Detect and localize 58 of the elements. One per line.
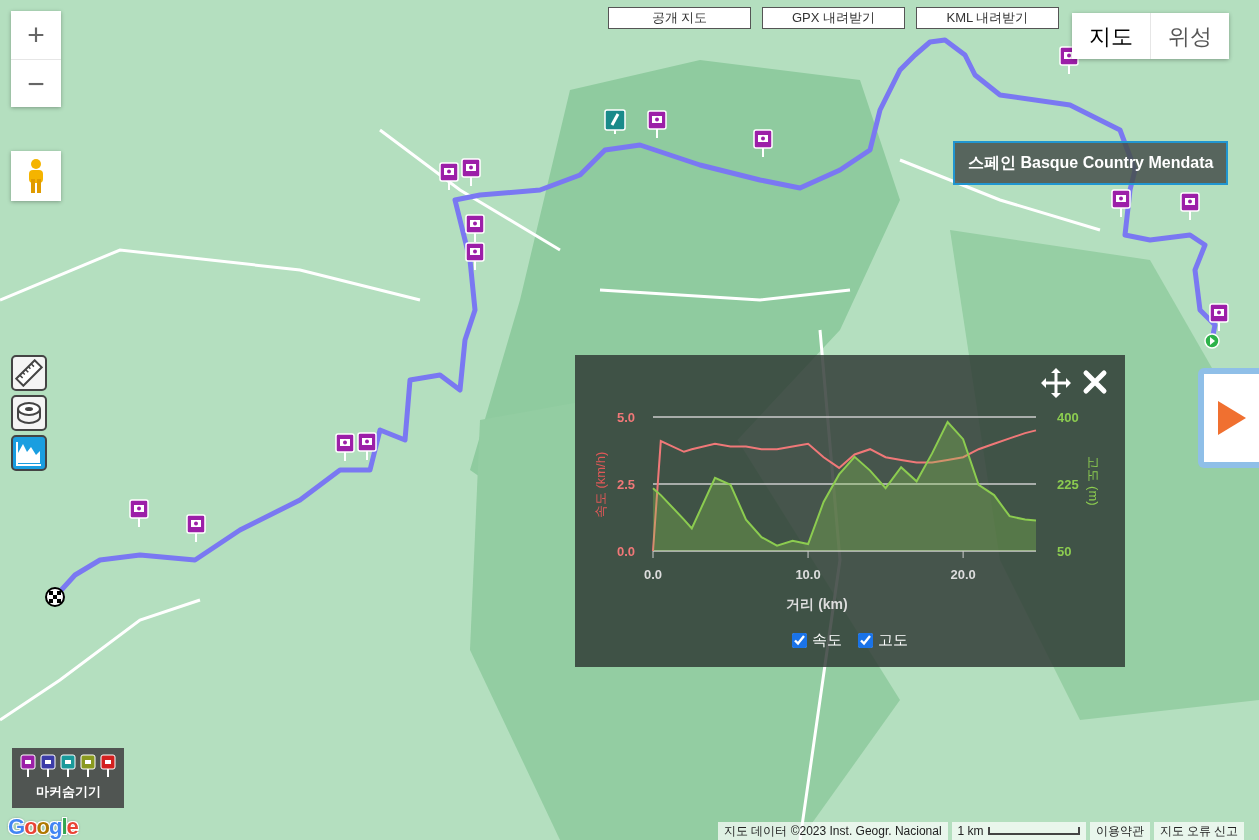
terms-link[interactable]: 이용약관 (1089, 822, 1150, 840)
camera-marker-icon[interactable] (1111, 189, 1131, 218)
expand-panel-button[interactable] (1198, 368, 1259, 468)
camera-marker-icon[interactable] (1209, 303, 1229, 332)
scale-label: 1 km (957, 823, 984, 840)
pin-marker-icon[interactable] (604, 109, 626, 135)
axis-tick-label: 400 (1057, 410, 1079, 425)
map-link-button[interactable]: 공개 지도 (608, 7, 751, 29)
report-error-link[interactable]: 지도 오류 신고 (1153, 822, 1245, 840)
camera-marker-icon[interactable] (461, 158, 481, 187)
zoom-out-button[interactable]: − (11, 59, 61, 107)
camera-marker-icon[interactable] (335, 433, 355, 462)
marker-type-icon[interactable] (40, 754, 56, 778)
elevation-chart-icon[interactable] (11, 435, 47, 471)
camera-marker-icon[interactable] (647, 110, 667, 139)
pegman-icon (26, 159, 46, 193)
zoom-in-button[interactable]: + (11, 11, 61, 59)
ruler-icon[interactable] (11, 355, 47, 391)
camera-marker-icon[interactable] (129, 499, 149, 528)
marker-type-icon[interactable] (80, 754, 96, 778)
map-type-tab[interactable]: 위성 (1150, 13, 1229, 59)
left-axis-label: 속도 (km/h) (593, 451, 608, 519)
tape-measure-icon[interactable] (11, 395, 47, 431)
end-point-icon (1204, 333, 1220, 349)
right-axis-label: 고도 (m) (1086, 456, 1101, 506)
close-icon[interactable] (1083, 370, 1107, 394)
axis-tick-label: 5.0 (616, 410, 635, 425)
marker-type-icon[interactable] (100, 754, 116, 778)
map-data-attribution: 지도 데이터 ©2023 Inst. Geogr. Nacional (718, 822, 948, 840)
camera-marker-icon[interactable] (465, 214, 485, 243)
map-link-button[interactable]: GPX 내려받기 (762, 7, 905, 29)
hide-markers-label[interactable]: 마커숨기기 (35, 782, 101, 802)
series-label[interactable]: 속도 (812, 629, 842, 652)
map-type-tab[interactable]: 지도 (1072, 13, 1150, 59)
google-logo: Google (8, 813, 78, 840)
camera-marker-icon[interactable] (1180, 192, 1200, 221)
axis-tick-label: 0.0 (616, 544, 635, 559)
camera-marker-icon[interactable] (439, 162, 459, 191)
axis-tick-label: 0.0 (643, 567, 663, 582)
scale-bar-icon (987, 827, 1080, 835)
x-axis-label: 거리 (km) (786, 596, 848, 612)
series-checkbox[interactable] (858, 632, 873, 648)
axis-tick-label: 20.0 (950, 567, 976, 582)
axis-tick-label: 225 (1057, 477, 1079, 492)
axis-tick-label: 50 (1057, 544, 1072, 559)
axis-tick-label: 10.0 (795, 567, 821, 582)
move-icon[interactable] (1041, 368, 1071, 398)
series-checkbox[interactable] (792, 632, 807, 648)
marker-type-icon[interactable] (20, 754, 36, 778)
series-label[interactable]: 고도 (878, 629, 908, 652)
camera-marker-icon[interactable] (465, 242, 485, 271)
map-link-button[interactable]: KML 내려받기 (916, 7, 1059, 29)
marker-type-icon[interactable] (60, 754, 76, 778)
axis-tick-label: 2.5 (616, 477, 635, 492)
camera-marker-icon[interactable] (186, 514, 206, 543)
camera-marker-icon[interactable] (357, 432, 377, 461)
camera-marker-icon[interactable] (753, 129, 773, 158)
route-title: 스페인 Basque Country Mendata (953, 141, 1229, 185)
